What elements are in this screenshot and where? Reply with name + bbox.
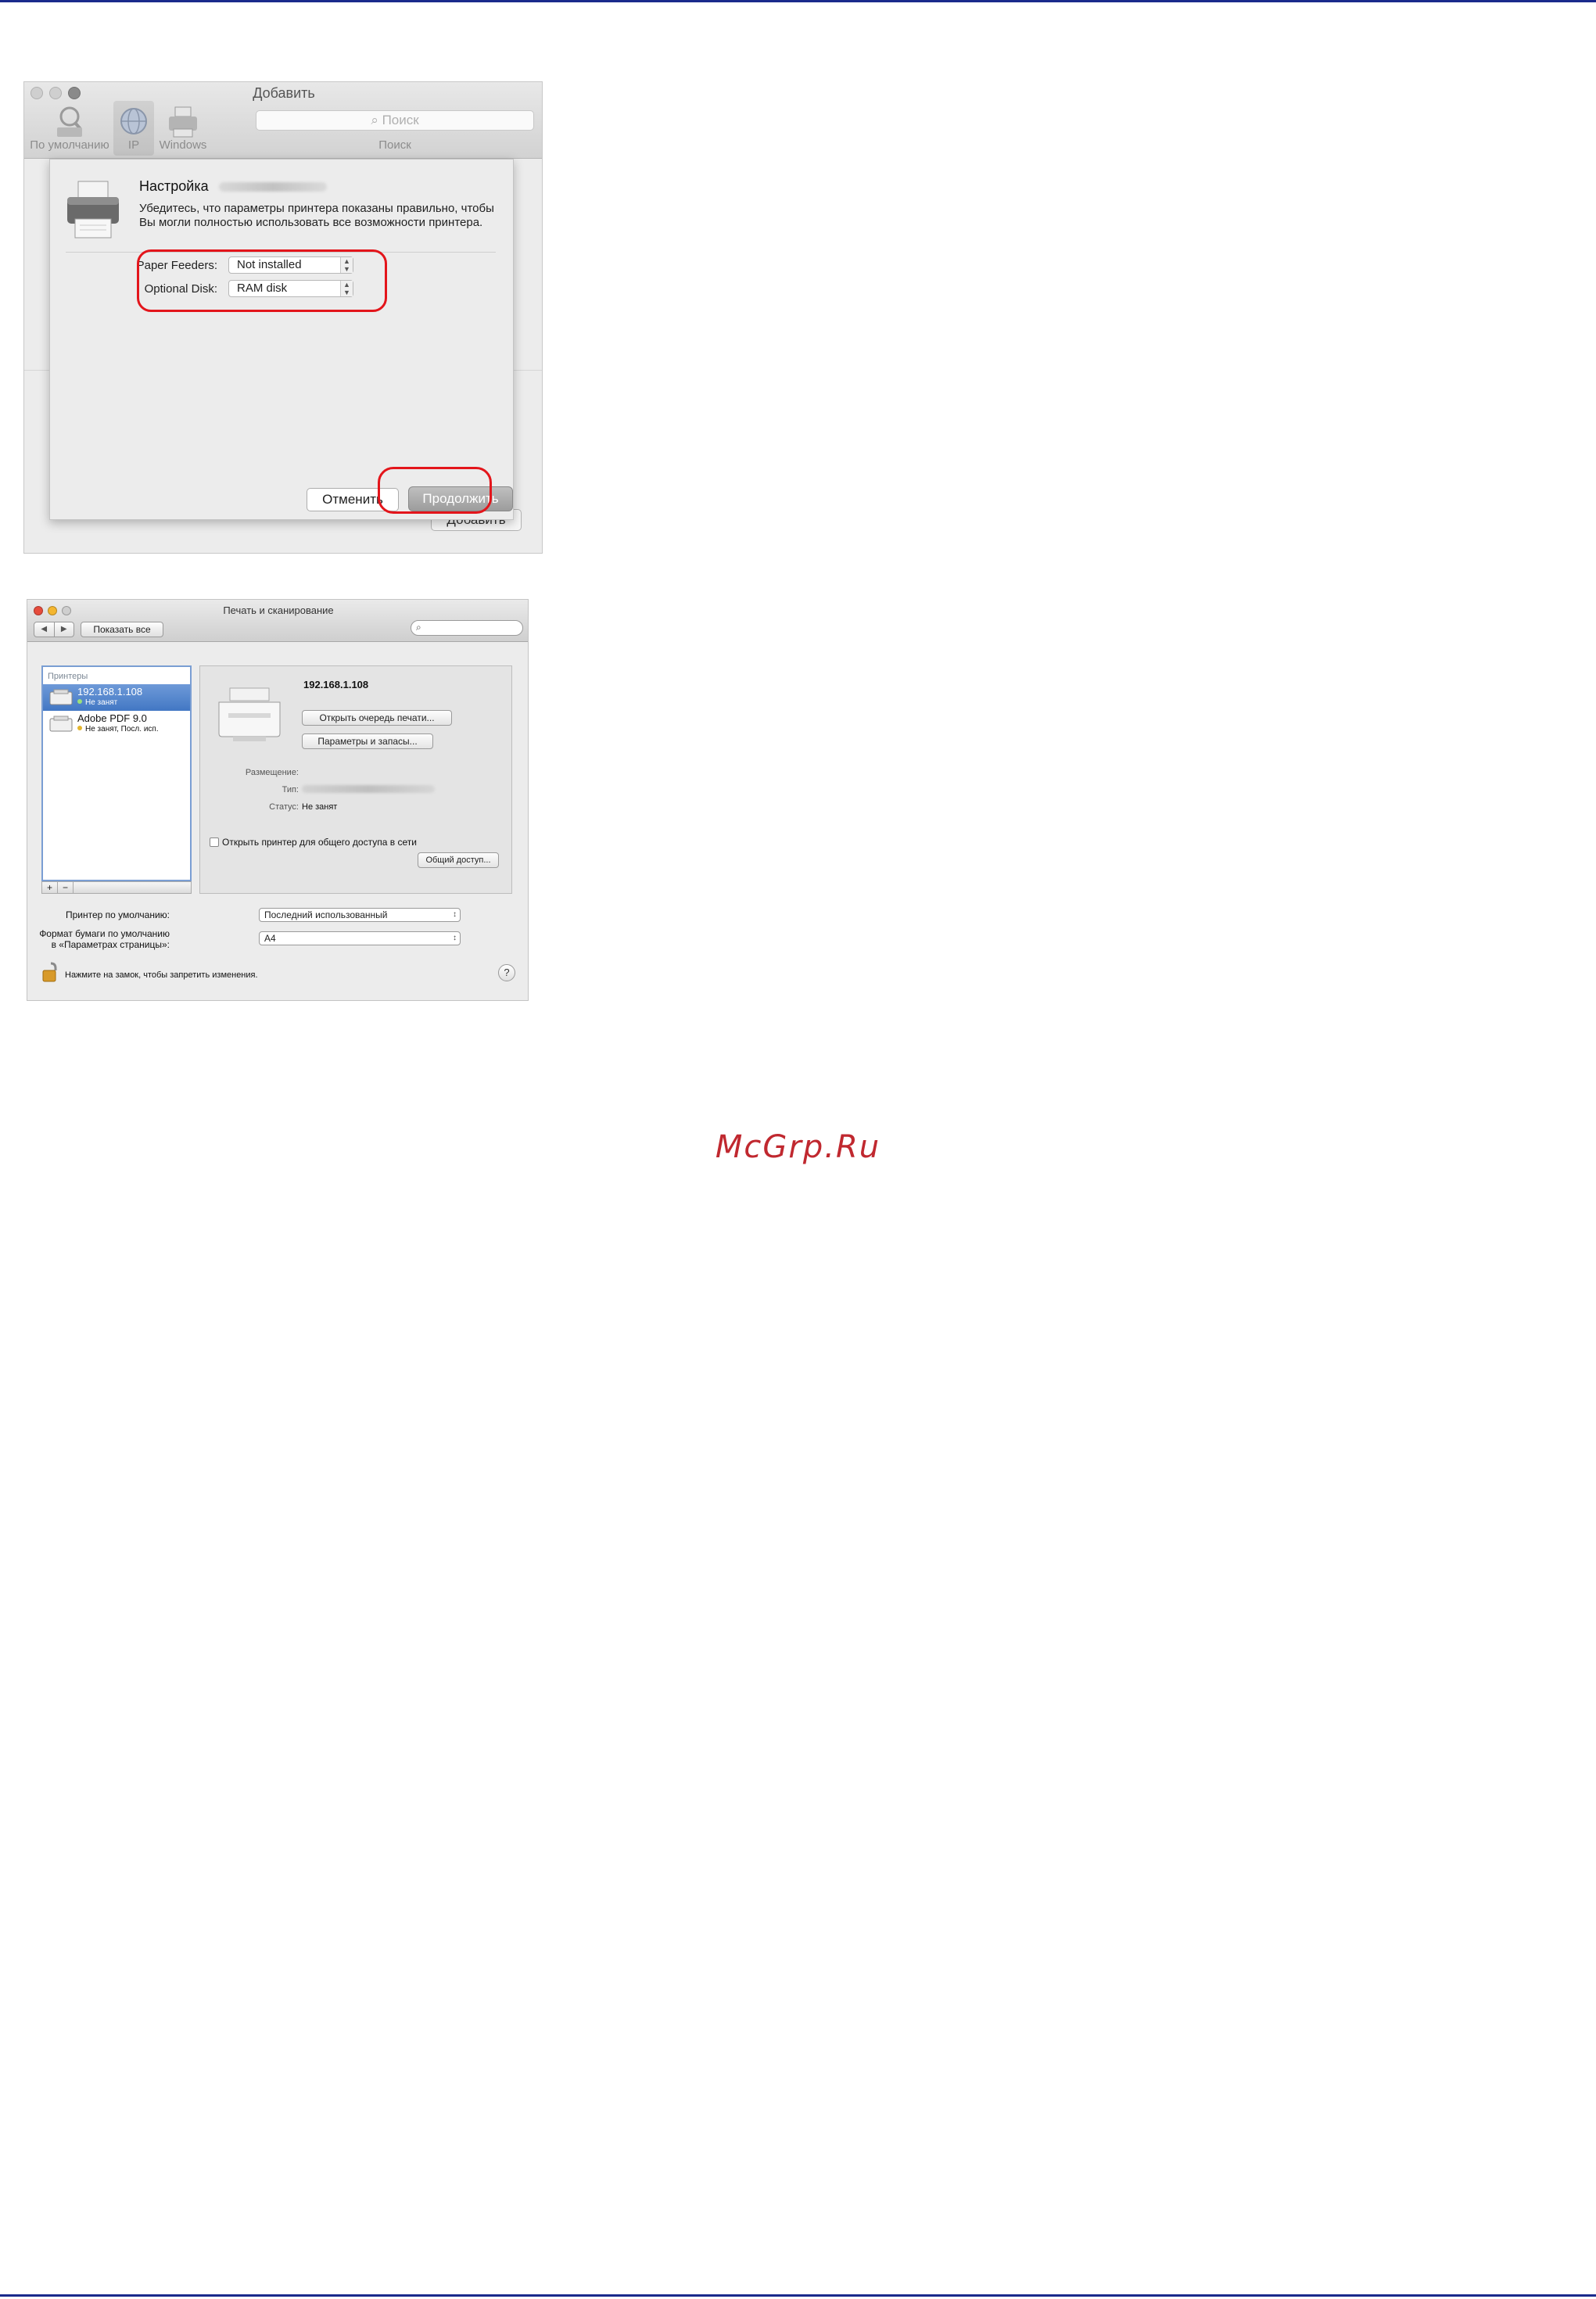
printer-status-text: Не занят, Посл. исп.: [85, 725, 159, 733]
sharing-button[interactable]: Общий доступ...: [418, 852, 499, 868]
printer-detail-panel: 192.168.1.108 Открыть очередь печати... …: [199, 665, 512, 894]
type-label: Тип:: [282, 785, 299, 794]
printers-list-header: Принтеры: [48, 672, 88, 681]
search-placeholder: Поиск: [382, 113, 419, 127]
toolbar-default-label: По умолчанию: [30, 138, 109, 152]
forward-arrow-icon[interactable]: ▶: [55, 622, 74, 637]
search-field[interactable]: ⌕ Поиск: [256, 110, 534, 131]
watermark: McGrp.Ru: [715, 1129, 881, 1165]
printer-list-item[interactable]: 192.168.1.108 Не занят: [43, 684, 190, 711]
lock-icon[interactable]: [41, 961, 60, 983]
options-supplies-button[interactable]: Параметры и запасы...: [302, 733, 433, 749]
type-value-blurred: [302, 785, 435, 795]
paper-format-popup[interactable]: A4 ↕: [259, 931, 461, 945]
toolbar-windows-label: Windows: [159, 138, 207, 152]
printer-status: Не занят, Посл. исп.: [77, 725, 159, 733]
paper-format-label-line1: Формат бумаги по умолчанию: [39, 928, 170, 939]
setup-sheet: Настройка Убедитесь, что параметры принт…: [49, 159, 514, 520]
default-printer-label: Принтер по умолчанию:: [65, 909, 170, 920]
share-checkbox[interactable]: [210, 837, 219, 847]
sheet-title-text: Настройка: [139, 178, 209, 194]
share-printer-option[interactable]: Открыть принтер для общего доступа в сет…: [210, 837, 417, 848]
printer-icon: [67, 181, 119, 239]
printers-list[interactable]: Принтеры 192.168.1.108 Не занят Adobe PD…: [41, 665, 192, 881]
blurred-printer-address: [218, 182, 327, 192]
toolbar-windows-button[interactable]: Windows: [156, 101, 210, 156]
share-checkbox-label: Открыть принтер для общего доступа в сет…: [222, 837, 417, 848]
location-label: Размещение:: [245, 768, 299, 777]
default-printer-popup[interactable]: Последний использованный ↕: [259, 908, 461, 922]
back-forward-buttons: ◀ ▶: [34, 622, 74, 637]
status-dot-icon: [77, 699, 82, 704]
remove-printer-button[interactable]: −: [58, 882, 74, 893]
toolbar-default-button[interactable]: По умолчанию: [26, 101, 113, 156]
printer-status-text: Не занят: [85, 698, 118, 707]
windows-printer-icon: [169, 106, 197, 138]
default-printer-icon: [57, 106, 82, 137]
continue-highlight-ring: [378, 467, 492, 514]
back-arrow-icon[interactable]: ◀: [34, 622, 55, 637]
printer-name: Adobe PDF 9.0: [77, 712, 147, 724]
print-scan-window: Печать и сканирование ◀ ▶ Показать все ⌕…: [27, 599, 529, 1001]
paper-format-label: Формат бумаги по умолчанию в «Параметрах…: [39, 928, 170, 950]
open-queue-button[interactable]: Открыть очередь печати...: [302, 710, 452, 726]
search-label: Поиск: [378, 138, 411, 152]
updown-arrows-icon: ↕: [453, 910, 457, 919]
globe-icon: [120, 108, 147, 134]
lock-hint-text: Нажмите на замок, чтобы запретить измене…: [65, 970, 258, 980]
default-printer-value: Последний использованный: [264, 909, 388, 920]
help-button[interactable]: ?: [498, 964, 515, 981]
printer-icon: [49, 716, 73, 732]
large-printer-icon: [218, 687, 281, 741]
search-icon: ⌕: [416, 622, 421, 633]
print-scan-titlebar: Печать и сканирование ◀ ▶ Показать все ⌕: [27, 600, 528, 642]
page-bottom-rule: [0, 2294, 1596, 2297]
printer-icon: [49, 689, 73, 705]
add-printer-titlebar: Добавить По умолчанию IP Windows ⌕ Поиск…: [24, 82, 542, 159]
sheet-description: Убедитесь, что параметры принтера показа…: [139, 202, 494, 229]
search-input[interactable]: ⌕: [411, 620, 523, 636]
add-remove-bar: + −: [41, 881, 192, 894]
status-label: Статус:: [269, 802, 299, 812]
toolbar-ip-label: IP: [127, 138, 140, 152]
sheet-title: Настройка: [139, 178, 327, 195]
add-printer-button[interactable]: +: [42, 882, 58, 893]
status-row: Статус: Не занят: [200, 802, 513, 815]
show-all-button[interactable]: Показать все: [81, 622, 163, 637]
location-row: Размещение:: [200, 768, 513, 780]
search-icon: ⌕: [371, 113, 378, 127]
status-value: Не занят: [302, 802, 338, 812]
printer-name: 192.168.1.108: [77, 686, 143, 698]
status-dot-icon: [77, 726, 82, 730]
updown-arrows-icon: ↕: [453, 934, 457, 942]
printer-list-item[interactable]: Adobe PDF 9.0 Не занят, Посл. исп.: [43, 711, 190, 737]
toolbar-ip-button[interactable]: IP: [113, 101, 154, 156]
window-title: Добавить: [253, 85, 315, 101]
add-printer-window: Добавить По умолчанию IP Windows ⌕ Поиск…: [23, 81, 543, 554]
window-title: Печать и сканирование: [223, 604, 334, 616]
paper-format-value: A4: [264, 933, 276, 944]
options-highlight-ring: [137, 249, 387, 312]
type-row: Тип:: [200, 785, 513, 798]
page-top-rule: [0, 0, 1596, 2]
detail-printer-name: 192.168.1.108: [303, 679, 369, 690]
printer-status: Не занят: [77, 698, 117, 707]
paper-format-label-line2: в «Параметрах страницы»:: [51, 939, 170, 950]
